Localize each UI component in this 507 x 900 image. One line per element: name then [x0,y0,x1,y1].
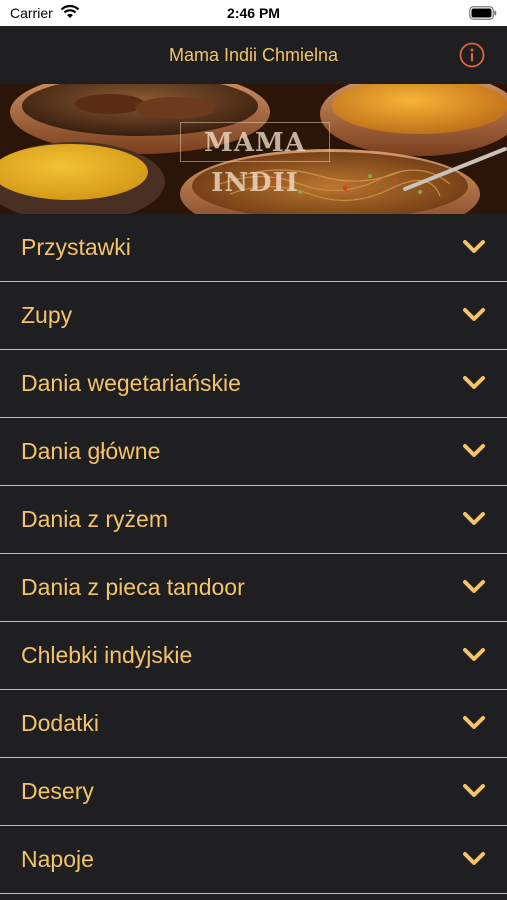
info-circle-icon [459,42,485,68]
menu-category-item[interactable]: Desery [0,758,507,826]
chevron-down-icon [463,376,485,389]
menu-category-label: Dania z ryżem [21,506,168,532]
menu-category-item[interactable]: Dania główne [0,418,507,486]
menu-category-item[interactable]: Dania z pieca tandoor [0,554,507,622]
hero-banner: MAMA INDII [0,84,507,214]
menu-category-item[interactable]: Dodatki [0,690,507,758]
menu-category-item[interactable]: Napoje [0,826,507,894]
navigation-bar: Mama Indii Chmielna [0,26,507,84]
chevron-down-icon [463,308,485,321]
chevron-down-icon [463,648,485,661]
status-time: 2:46 PM [227,5,280,21]
menu-category-label: Dania wegetariańskie [21,370,241,396]
menu-category-label: Dodatki [21,710,99,736]
menu-category-item[interactable]: Dania z ryżem [0,486,507,554]
menu-category-item[interactable]: Zupy [0,282,507,350]
chevron-down-icon [463,852,485,865]
menu-category-item[interactable]: Przystawki [0,214,507,282]
menu-category-label: Napoje [21,846,94,872]
chevron-down-icon [463,580,485,593]
chevron-down-icon [463,240,485,253]
page-title: Mama Indii Chmielna [168,45,339,65]
menu-category-label: Przystawki [21,234,131,260]
battery-icon [469,6,497,20]
restaurant-logo: MAMA INDII [180,122,330,198]
menu-category-label: Chlebki indyjskie [21,642,193,668]
menu-category-item[interactable]: Chlebki indyjskie [0,622,507,690]
menu-category-label: Dania z pieca tandoor [21,574,245,600]
chevron-down-icon [463,784,485,797]
info-button[interactable] [459,42,485,68]
chevron-down-icon [463,444,485,457]
chevron-down-icon [463,716,485,729]
menu-category-label: Zupy [21,302,73,328]
menu-category-label: Dania główne [21,438,161,464]
menu-category-item[interactable]: Dania wegetariańskie [0,350,507,418]
status-bar: Carrier 2:46 PM [0,0,507,26]
chevron-down-icon [463,512,485,525]
menu-category-list: Przystawki Zupy Dania wegetariańskie Dan… [0,214,507,900]
menu-category-label: Desery [21,778,94,804]
